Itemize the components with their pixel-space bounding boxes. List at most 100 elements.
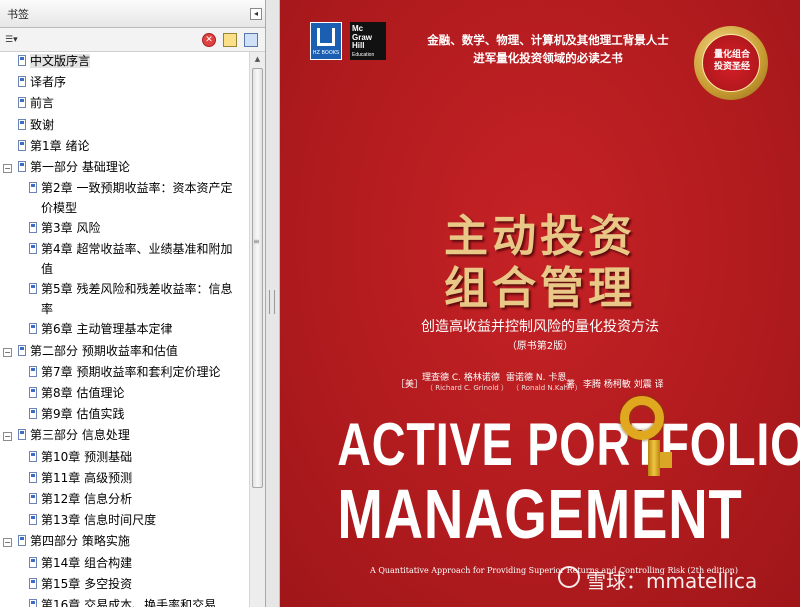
author-nationality: ［美］: [396, 380, 424, 390]
bookmark-label: 第1章 绪论: [30, 138, 90, 153]
seal-inner: 量化组合 投资圣经: [702, 34, 760, 92]
bookmark-item[interactable]: 第11章 高级预测: [41, 468, 132, 488]
seal-text: 量化组合 投资圣经: [713, 50, 750, 72]
expand-bookmarks-icon[interactable]: [244, 33, 258, 47]
bookmark-item[interactable]: 第二部分 预期收益率和估值: [30, 341, 178, 361]
bookmark-item[interactable]: 第5章 残差风险和残差收益率：信息率: [41, 279, 232, 319]
bookmark-item[interactable]: 第15章 多空投资: [41, 574, 132, 594]
bookmark-item[interactable]: 第12章 信息分析: [41, 489, 132, 509]
bookmark-label: 第16章 交易成本、换手率和交易: [41, 598, 217, 607]
title-en-line-2: MANAGEMENT: [337, 475, 743, 553]
bookmark-item[interactable]: 第10章 预测基础: [41, 447, 132, 467]
bookmark-label: 第三部分 信息处理: [30, 428, 130, 443]
scroll-up-arrow-icon[interactable]: ▲: [250, 52, 265, 67]
bookmark-icon: [18, 344, 26, 356]
bookmark-icon: [29, 387, 37, 398]
bookmark-icon: [29, 450, 37, 462]
bookmark-label: 第二部分 预期收益率和估值: [30, 343, 178, 358]
bookmark-label: 第一部分 基础理论: [30, 160, 130, 174]
bookmark-icon: [18, 535, 26, 547]
bookmark-icon: [29, 493, 37, 504]
bookmark-label: 第8章 估值理论: [41, 386, 125, 400]
bookmark-icon: [18, 97, 26, 109]
bookmark-icon: [18, 76, 26, 88]
bookmark-item[interactable]: 第9章 估值实践: [41, 404, 124, 424]
panel-titlebar: 书签 ◂: [0, 0, 265, 28]
bookmark-icon: [18, 161, 26, 172]
bookmark-label: 第3章 风险: [41, 221, 101, 236]
bookmark-label: 第5章 残差风险和残差收益率：信息: [41, 282, 233, 297]
bookmark-icon: [29, 471, 37, 483]
collapse-panel-button[interactable]: ◂: [250, 8, 262, 20]
author-1-name: 理查德 C. 格林诺德: [422, 373, 500, 383]
publisher-logo: HZ BOOKS: [310, 22, 342, 60]
bookmark-label-cont: 价模型: [41, 201, 78, 216]
bookmark-item[interactable]: 第4章 超常收益率、业绩基准和附加值: [41, 239, 232, 279]
bookmark-label: 第12章 信息分析: [41, 492, 133, 506]
bookmarks-toolbar: ☰▾ ✕: [0, 28, 265, 52]
watermark-logo-icon: [558, 566, 580, 588]
collapse-toggle-icon[interactable]: −: [3, 347, 12, 357]
bookmark-label: 第7章 预期收益率和套利定价理论: [41, 364, 221, 379]
bookmark-item[interactable]: 第四部分 策略实施: [30, 531, 130, 551]
cover-tagline-1: 金融、数学、物理、计算机及其他理工背景人士: [427, 33, 669, 47]
bookmark-icon: [29, 577, 37, 589]
options-icon[interactable]: ☰▾: [5, 34, 22, 46]
bookmark-label: 第15章 多空投资: [41, 576, 133, 591]
bookmark-item[interactable]: 第13章 信息时间尺度: [41, 510, 156, 530]
bookmark-label: 中文版序言: [30, 54, 91, 68]
title-cn-line-2: 组合管理: [444, 263, 636, 314]
bookmark-icon: [29, 283, 37, 295]
bookmark-item[interactable]: 前言: [30, 93, 54, 113]
bookmark-icon: [18, 55, 26, 66]
delete-icon[interactable]: ✕: [202, 33, 216, 47]
bookmark-item[interactable]: 致谢: [30, 115, 54, 135]
bookmark-item[interactable]: 第8章 估值理论: [41, 383, 124, 403]
bookmark-item[interactable]: 第2章 一致预期收益率：资本资产定 价模型: [41, 178, 232, 218]
publisher-logo-sub: HZ BOOKS: [312, 50, 340, 56]
bookmark-item[interactable]: 译者序: [30, 72, 66, 92]
bookmark-item[interactable]: 第1章 绪论: [30, 136, 89, 156]
edition-label: （原书第2版）: [506, 341, 574, 352]
bookmark-icon: [29, 243, 37, 255]
new-bookmark-icon[interactable]: [223, 33, 237, 47]
bookmark-label: 第四部分 策略实施: [30, 534, 130, 549]
bookmarks-panel: 书签 ◂ ☰▾ ✕ 中文版序言译者序 前言致谢第1章 绪论 − 第一部分 基础理论第2…: [0, 0, 266, 607]
scrollbar-thumb[interactable]: [252, 68, 263, 488]
bookmark-icon: [29, 514, 37, 526]
bookmark-label-cont: 率: [41, 302, 54, 317]
collapse-toggle-icon[interactable]: −: [3, 432, 12, 442]
collapse-toggle-icon[interactable]: −: [3, 164, 12, 173]
bookmark-label: 致谢: [30, 117, 55, 132]
bookmark-icon: [29, 182, 37, 194]
bookmark-item[interactable]: 第一部分 基础理论: [30, 157, 130, 177]
bookmark-icon: [18, 118, 26, 130]
bookmark-item[interactable]: 第14章 组合构建: [41, 553, 132, 573]
author-2-name: 雷诺德 N. 卡恩: [506, 373, 567, 383]
bookmark-label: 第14章 组合构建: [41, 555, 133, 570]
bookmark-icon: [18, 429, 26, 441]
panel-splitter[interactable]: [266, 0, 280, 607]
bookmark-item[interactable]: 中文版序言: [30, 52, 91, 71]
bookmark-item[interactable]: 第6章 主动管理基本定律: [41, 319, 172, 339]
collapse-toggle-icon[interactable]: −: [3, 538, 12, 548]
watermark-text: 雪球：mmatellica: [586, 569, 758, 593]
bookmark-icon: [29, 323, 37, 335]
cover-tagline-2: 进军量化投资领域的必读之书: [473, 51, 623, 65]
bookmark-item[interactable]: 第7章 预期收益率和套利定价理论: [41, 362, 220, 382]
bookmark-item[interactable]: 第3章 风险: [41, 218, 100, 238]
title-en-line-1: ACTIVE PORTFOLIO: [337, 411, 800, 478]
translators: 李腾 杨柯敏 刘震 译: [583, 380, 664, 390]
bookmark-label: 第11章 高级预测: [41, 470, 133, 485]
golden-key-teeth: [660, 452, 672, 468]
vertical-scrollbar[interactable]: ▲ ≡: [249, 52, 265, 607]
bookmark-icon: [29, 222, 37, 234]
golden-key-shaft: [648, 440, 660, 476]
bookmark-label: 第9章 估值实践: [41, 407, 125, 422]
bookmark-item[interactable]: 第16章 交易成本、换手率和交易: [41, 595, 216, 607]
bookmark-icon: [29, 365, 37, 377]
book-cover-page: HZ BOOKS Mc Graw Hill Education 金融、数学、物理…: [280, 0, 800, 607]
bookmark-item[interactable]: 第三部分 信息处理: [30, 425, 130, 445]
bookmark-label: 第4章 超常收益率、业绩基准和附加: [41, 242, 233, 257]
bookmark-icon: [29, 408, 37, 420]
